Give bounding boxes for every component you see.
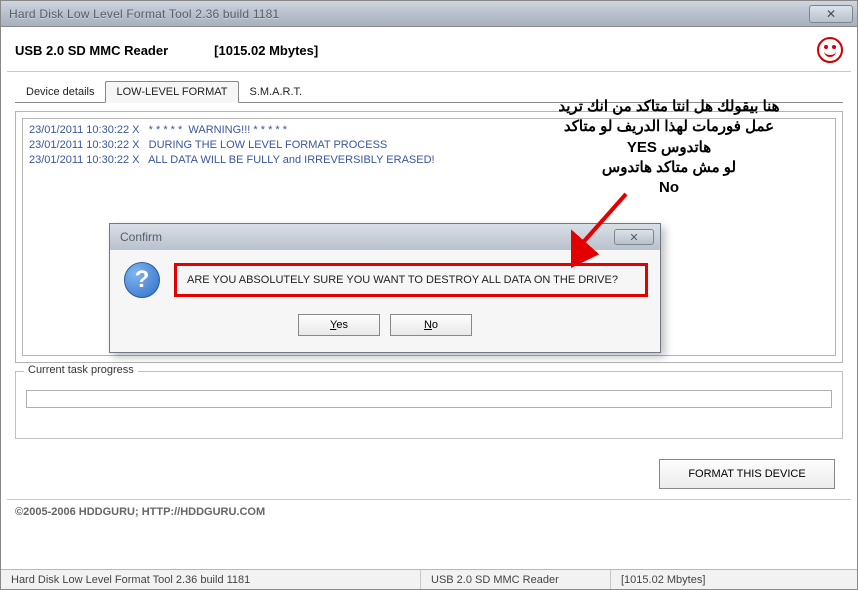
close-icon: ✕ [826,7,836,21]
confirm-titlebar: Confirm ✕ [110,224,660,250]
close-icon: ✕ [629,231,638,244]
confirm-close-button[interactable]: ✕ [614,229,654,245]
footer-copyright: ©2005-2006 HDDGURU; HTTP://HDDGURU.COM [1,500,857,528]
window-titlebar: Hard Disk Low Level Format Tool 2.36 bui… [1,1,857,27]
status-device: USB 2.0 SD MMC Reader [421,570,611,589]
app-logo-icon [817,37,843,63]
progress-group: Current task progress [15,371,843,439]
confirm-body: ? ARE YOU ABSOLUTELY SURE YOU WANT TO DE… [110,250,660,304]
format-this-device-button[interactable]: FORMAT THIS DEVICE [659,459,835,489]
confirm-title: Confirm [120,230,614,244]
confirm-message-highlight: ARE YOU ABSOLUTELY SURE YOU WANT TO DEST… [174,263,648,297]
window-close-button[interactable]: ✕ [809,5,853,23]
status-app: Hard Disk Low Level Format Tool 2.36 bui… [1,570,421,589]
status-size: [1015.02 Mbytes] [611,570,715,589]
confirm-buttons: Yes No [110,304,660,352]
yes-button[interactable]: Yes [298,314,380,336]
tabs: Device details LOW-LEVEL FORMAT S.M.A.R.… [1,72,857,102]
tab-low-level-format[interactable]: LOW-LEVEL FORMAT [105,81,238,103]
device-size: [1015.02 Mbytes] [214,43,318,58]
progress-bar [26,390,832,408]
device-name: USB 2.0 SD MMC Reader [15,43,168,58]
window-title: Hard Disk Low Level Format Tool 2.36 bui… [9,7,809,21]
progress-legend: Current task progress [24,364,138,376]
tab-device-details[interactable]: Device details [15,81,105,103]
format-button-label: FORMAT THIS DEVICE [688,468,805,480]
confirm-message: ARE YOU ABSOLUTELY SURE YOU WANT TO DEST… [187,274,618,286]
device-header: USB 2.0 SD MMC Reader [1015.02 Mbytes] [1,27,857,71]
confirm-dialog: Confirm ✕ ? ARE YOU ABSOLUTELY SURE YOU … [109,223,661,353]
tab-smart[interactable]: S.M.A.R.T. [239,81,314,103]
format-button-row: FORMAT THIS DEVICE [1,439,857,499]
question-icon: ? [124,262,160,298]
status-bar: Hard Disk Low Level Format Tool 2.36 bui… [1,569,857,589]
no-button[interactable]: No [390,314,472,336]
